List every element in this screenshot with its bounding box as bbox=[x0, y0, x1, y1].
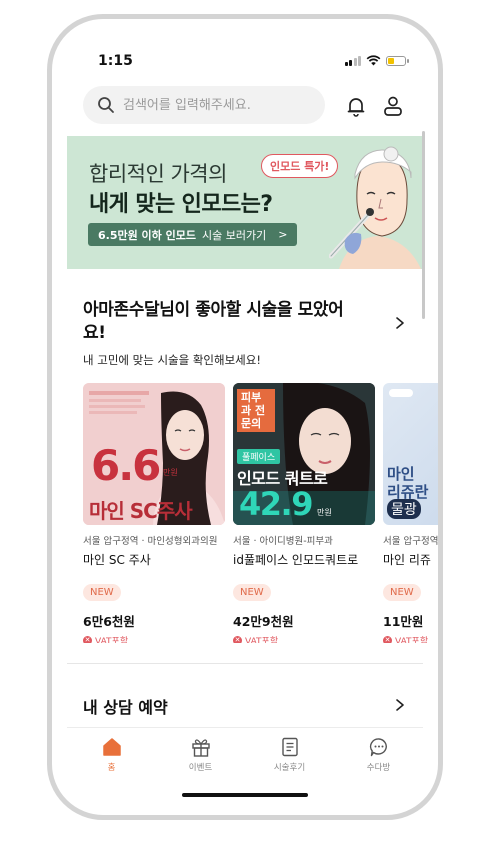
chevron-right-icon[interactable] bbox=[394, 698, 406, 712]
chevron-right-icon[interactable] bbox=[394, 316, 406, 330]
banner-cta-button[interactable]: 6.5만원 이하 인모드 시술 보러가기 > bbox=[88, 223, 298, 246]
battery-icon bbox=[386, 55, 409, 66]
vat-label: ✕ VAT포함 bbox=[383, 634, 438, 643]
card-image-product: 물광 bbox=[387, 499, 421, 519]
banner-illustration bbox=[329, 146, 421, 269]
tab-label: 홈 bbox=[107, 763, 116, 773]
banner-badge: 인모드 특가! bbox=[261, 154, 339, 178]
vat-label: ✕ VAT포함 bbox=[233, 634, 375, 643]
divider bbox=[67, 663, 423, 664]
clinic-logo-icon bbox=[389, 389, 413, 397]
card-title: 마인 리쥬 bbox=[383, 553, 431, 567]
document-icon bbox=[281, 737, 298, 757]
new-badge: NEW bbox=[383, 584, 421, 601]
tab-label: 수다방 bbox=[366, 763, 391, 773]
card-title: id풀페이스 인모드쿼트로 bbox=[233, 553, 359, 567]
phone-frame: 1:15 합리적인 가격의 내게 맞는 인모드는? 인모드 특가! 6.5만원 … bbox=[47, 14, 443, 820]
card-image-tag: 피부과 전문의 bbox=[237, 389, 275, 432]
status-time: 1:15 bbox=[98, 53, 133, 69]
procedure-card[interactable]: 마인 리쥬란 물광 서울 압구정역 마인 리쥬 NEW 11만원 ✕ VAT포함 bbox=[383, 383, 438, 643]
consult-title[interactable]: 내 상담 예약 bbox=[83, 694, 168, 718]
procedure-card[interactable]: 피부과 전문의 풀페이스 인모드 쿼트로 42.9 만원 서울 · 아이디병원-… bbox=[233, 383, 375, 643]
recommend-subtitle: 내 고민에 맞는 시술을 확인해보세요! bbox=[83, 353, 261, 367]
tab-label: 이벤트 bbox=[188, 763, 213, 773]
card-image-pill: 풀페이스 bbox=[237, 449, 281, 464]
procedure-card-image: 6.6 만원 마인 SC주사 bbox=[83, 383, 225, 525]
card-clinic: 서울 압구정역 bbox=[383, 536, 438, 547]
recommend-card-list[interactable]: 6.6 만원 마인 SC주사 서울 압구정역 · 마인성형외과의원 마인 SC … bbox=[83, 383, 438, 643]
banner-cta-text: 시술 보러가기 bbox=[202, 228, 267, 242]
tab-event[interactable]: 이벤트 bbox=[156, 731, 245, 781]
card-image-price: 6.6 bbox=[91, 441, 161, 490]
tab-label: 시술후기 bbox=[273, 763, 306, 773]
vat-text: VAT포함 bbox=[245, 637, 279, 643]
promo-banner[interactable]: 합리적인 가격의 내게 맞는 인모드는? 인모드 특가! 6.5만원 이하 인모… bbox=[67, 136, 423, 269]
card-image-product: 마인 SC주사 bbox=[89, 499, 193, 523]
procedure-card-image: 피부과 전문의 풀페이스 인모드 쿼트로 42.9 만원 bbox=[233, 383, 375, 525]
divider bbox=[67, 727, 423, 728]
tab-review[interactable]: 시술후기 bbox=[245, 731, 334, 781]
signal-icon bbox=[344, 55, 361, 66]
user-icon[interactable] bbox=[382, 95, 404, 117]
wifi-icon bbox=[366, 55, 381, 66]
card-price: 6만6천원 bbox=[83, 614, 135, 629]
card-price: 42만9천원 bbox=[233, 614, 294, 629]
vat-text: VAT포함 bbox=[395, 637, 429, 643]
banner-cta-arrow: > bbox=[278, 228, 288, 241]
new-badge: NEW bbox=[83, 584, 121, 601]
recommend-title: 아마존수달님이 좋아할 시술을 모았어요! bbox=[83, 300, 344, 343]
card-clinic: 서울 · 아이디병원-피부과 bbox=[233, 536, 333, 547]
card-clinic: 서울 압구정역 · 마인성형외과의원 bbox=[83, 536, 218, 547]
bottom-tab-bar: 홈 이벤트 시술후기 수다방 bbox=[67, 731, 423, 781]
chat-icon bbox=[369, 738, 387, 757]
banner-headline: 합리적인 가격의 bbox=[89, 162, 227, 186]
new-badge: NEW bbox=[233, 584, 271, 601]
vat-text: VAT포함 bbox=[95, 637, 129, 643]
status-icons bbox=[344, 55, 409, 66]
procedure-card-image: 마인 리쥬란 물광 bbox=[383, 383, 438, 525]
tab-home[interactable]: 홈 bbox=[67, 731, 156, 781]
search-icon bbox=[98, 97, 114, 113]
tab-community[interactable]: 수다방 bbox=[334, 731, 423, 781]
vat-icon: ✕ bbox=[233, 636, 242, 643]
card-title: 마인 SC 주사 bbox=[83, 553, 151, 567]
bell-icon[interactable] bbox=[345, 95, 367, 117]
card-image-unit: 만원 bbox=[163, 468, 178, 477]
banner-cta-bold: 6.5만원 이하 인모드 bbox=[98, 228, 196, 242]
home-indicator[interactable] bbox=[182, 793, 308, 797]
search-input[interactable] bbox=[123, 97, 303, 113]
procedure-card[interactable]: 6.6 만원 마인 SC주사 서울 압구정역 · 마인성형외과의원 마인 SC … bbox=[83, 383, 225, 643]
search-bar[interactable] bbox=[83, 86, 325, 124]
home-icon bbox=[102, 738, 121, 756]
card-image-price: 42.9 bbox=[239, 485, 313, 523]
card-price: 11만원 bbox=[383, 614, 424, 629]
vat-icon: ✕ bbox=[383, 636, 392, 643]
vat-label: ✕ VAT포함 bbox=[83, 634, 225, 643]
banner-subheadline: 내게 맞는 인모드는? bbox=[89, 192, 273, 217]
gift-icon bbox=[191, 739, 210, 757]
scrollbar[interactable] bbox=[422, 131, 425, 319]
vat-icon: ✕ bbox=[83, 636, 92, 643]
card-image-unit: 만원 bbox=[317, 508, 332, 517]
